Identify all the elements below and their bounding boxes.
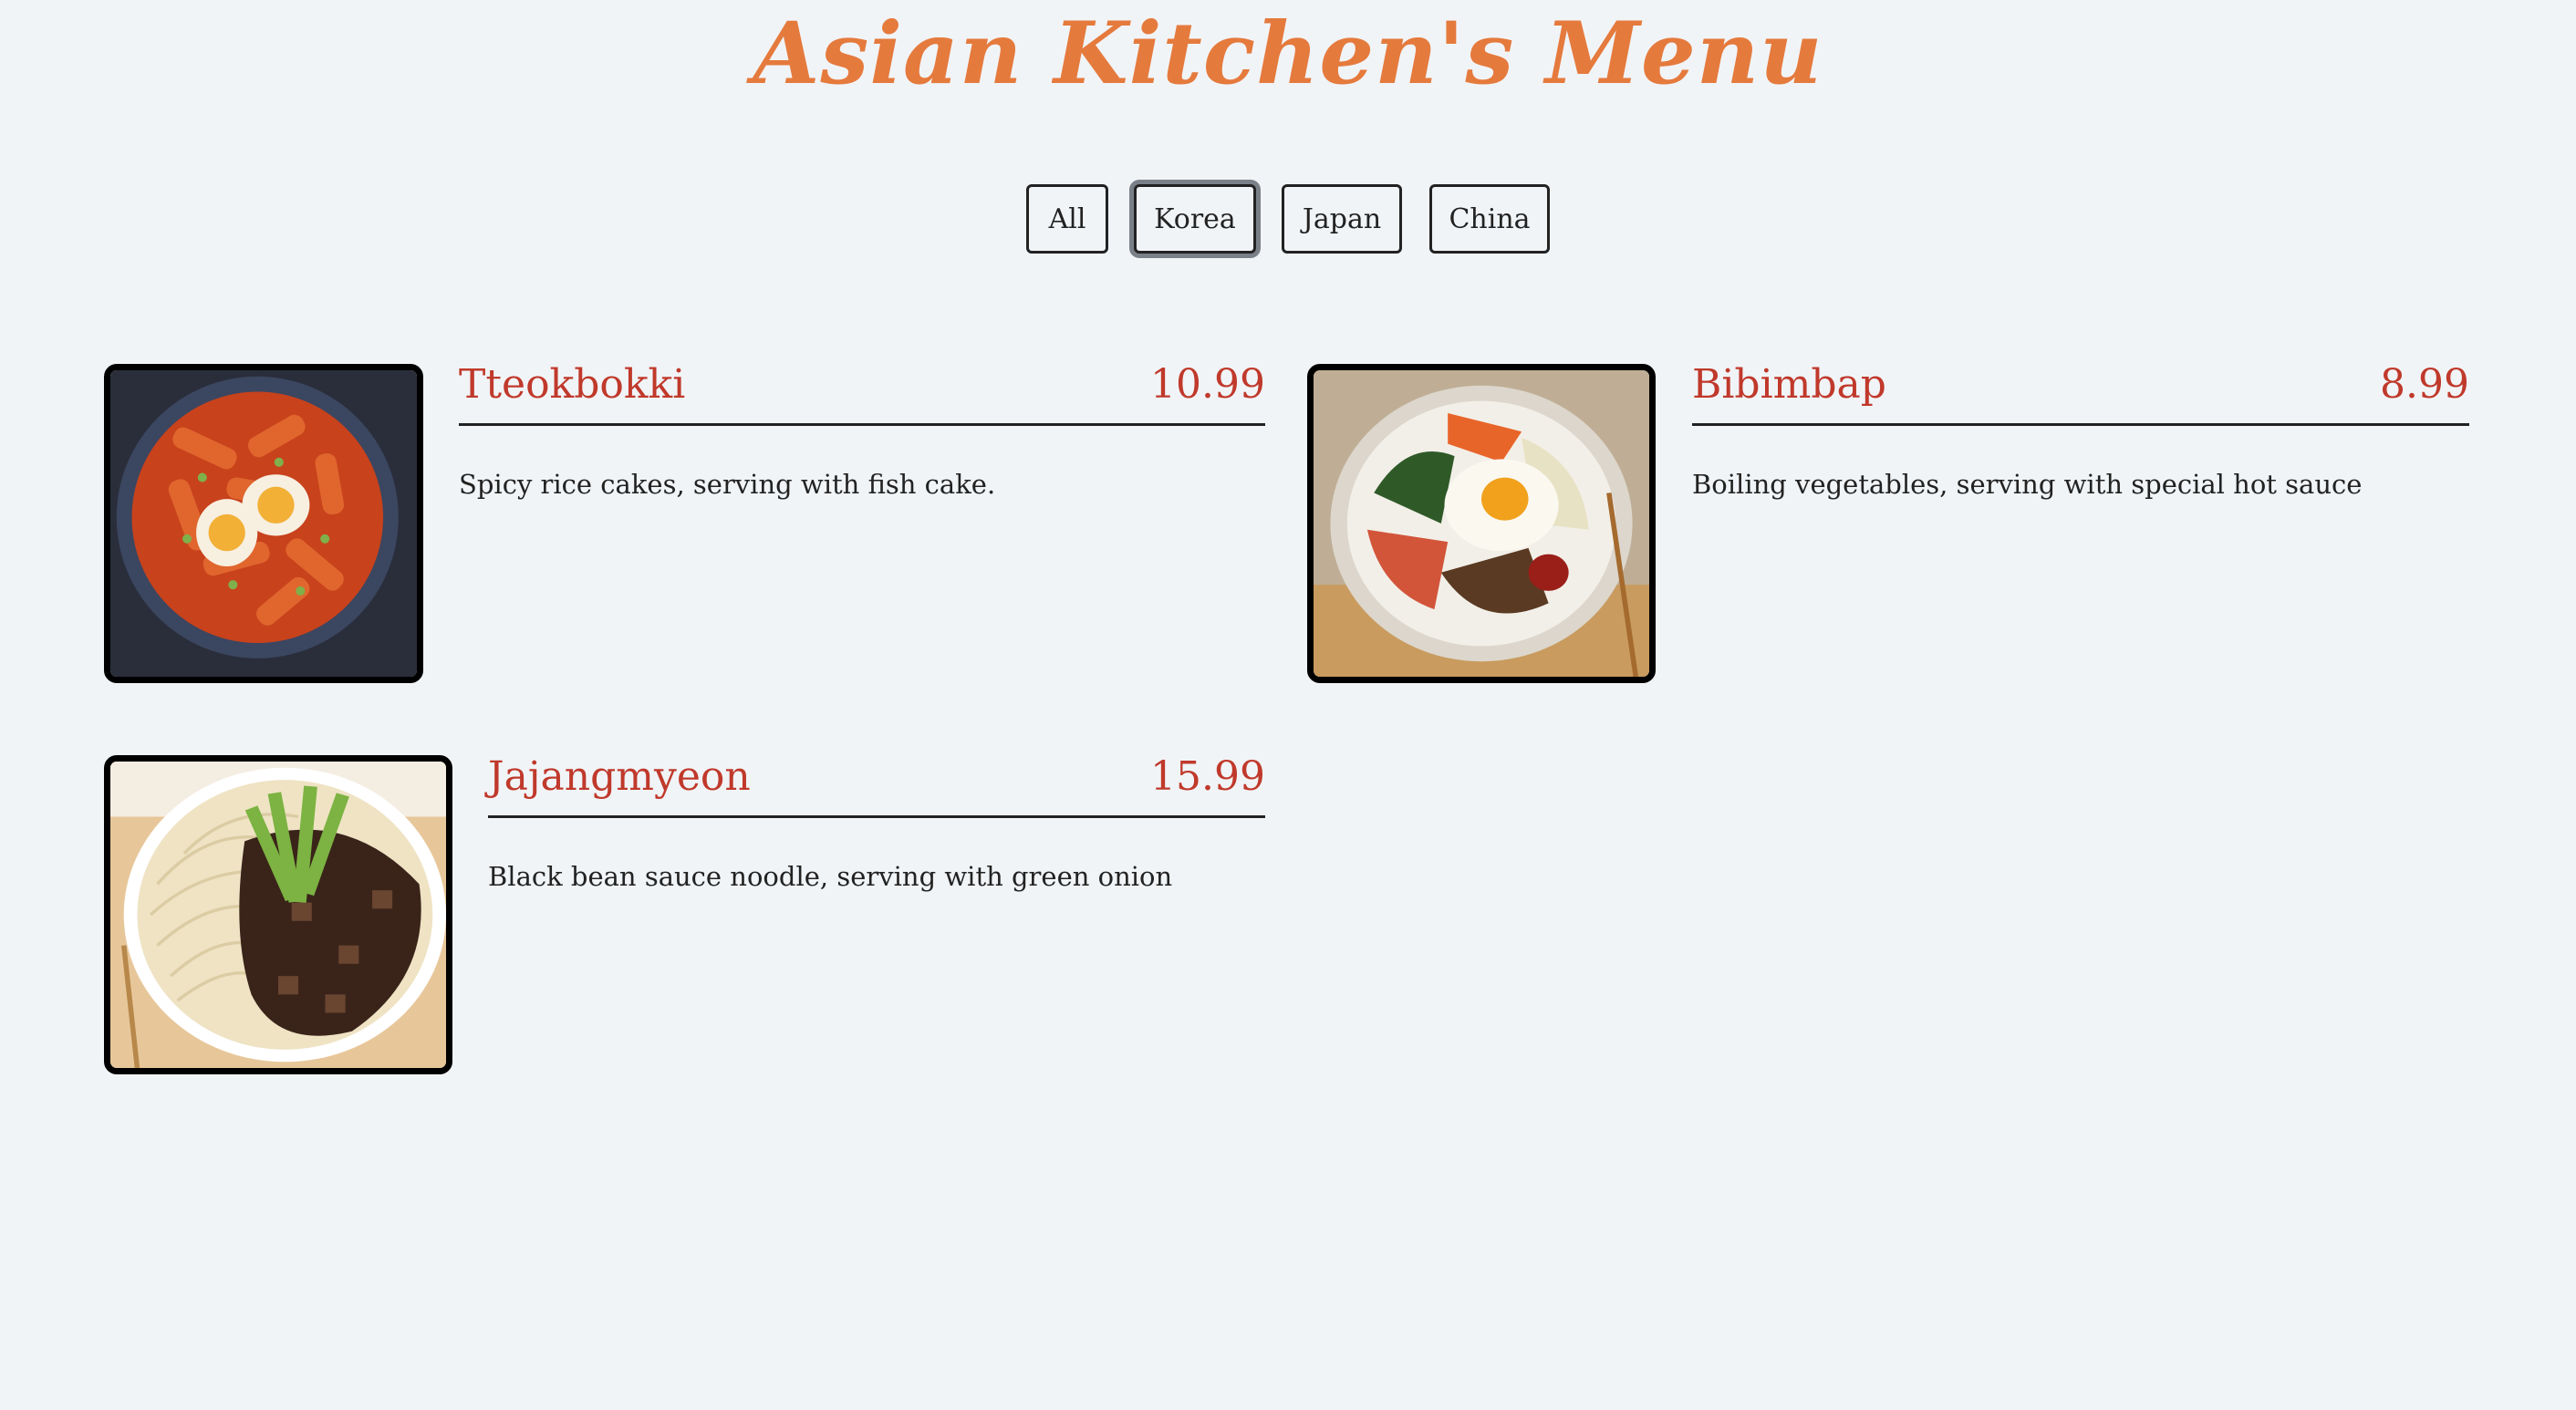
- menu-item-price: 8.99: [2380, 361, 2469, 408]
- category-filter-bar: All Korea Japan China: [0, 184, 2576, 254]
- menu-item-info: Tteokbokki 10.99 Spicy rice cakes, servi…: [459, 361, 1265, 503]
- menu-item-info: Jajangmyeon 15.99 Black bean sauce noodl…: [488, 753, 1265, 895]
- menu-item-description: Spicy rice cakes, serving with fish cake…: [459, 469, 996, 500]
- menu-item-header: Tteokbokki 10.99: [459, 361, 1265, 426]
- jajangmyeon-photo: [104, 755, 452, 1074]
- menu-item-name: Bibimbap: [1692, 361, 1886, 408]
- menu-item-description: Black bean sauce noodle, serving with gr…: [488, 861, 1173, 892]
- filter-japan-button[interactable]: Japan: [1282, 184, 1402, 254]
- menu-item-header: Jajangmyeon 15.99: [488, 753, 1265, 818]
- page-title: Asian Kitchen's Menu: [753, 4, 1823, 104]
- menu-item-info: Bibimbap 8.99 Boiling vegetables, servin…: [1692, 361, 2469, 503]
- menu-page: Asian Kitchen's Menu All Korea Japan Chi…: [0, 0, 2576, 1410]
- menu-item-name: Jajangmyeon: [488, 753, 751, 800]
- filter-all-button[interactable]: All: [1026, 184, 1108, 254]
- filter-korea-button[interactable]: Korea: [1134, 184, 1256, 254]
- menu-item-price: 15.99: [1150, 753, 1265, 800]
- menu-item-header: Bibimbap 8.99: [1692, 361, 2469, 426]
- menu-item-price: 10.99: [1150, 361, 1265, 408]
- menu-item-description: Boiling vegetables, serving with special…: [1692, 469, 2363, 500]
- tteokbokki-photo: [104, 364, 423, 683]
- bibimbap-photo: [1307, 364, 1656, 683]
- filter-china-button[interactable]: China: [1429, 184, 1550, 254]
- menu-item-name: Tteokbokki: [459, 361, 686, 408]
